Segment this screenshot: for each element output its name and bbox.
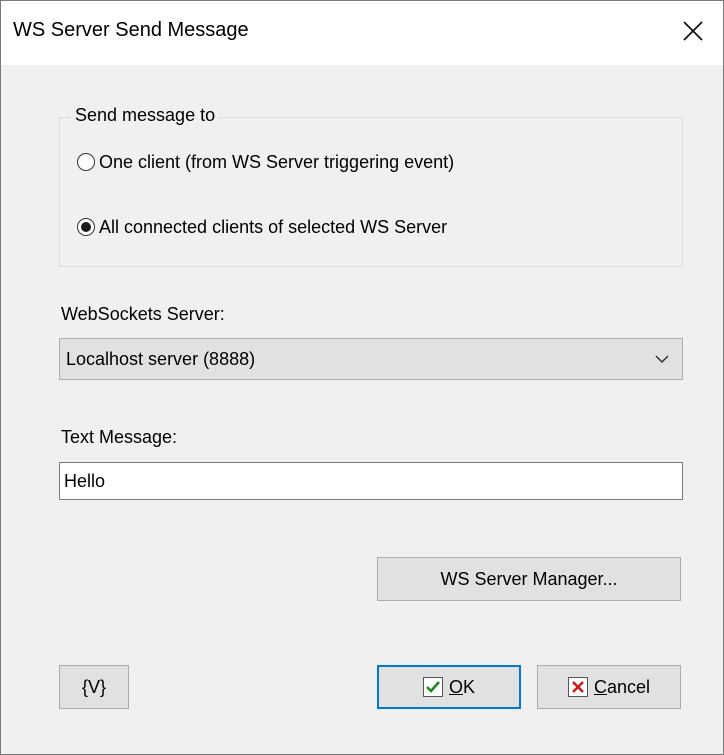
ok-accelerator: O [448, 676, 463, 697]
dialog-window: WS Server Send Message Send message to O… [0, 0, 724, 755]
cancel-label-rest: ancel [606, 676, 651, 697]
ws-server-manager-button[interactable]: WS Server Manager... [377, 557, 681, 601]
radio-label: All connected clients of selected WS Ser… [99, 216, 448, 237]
group-legend: Send message to [71, 105, 220, 126]
close-button[interactable] [663, 1, 723, 65]
cancel-label: Cancel [594, 677, 650, 698]
cancel-x-icon [567, 677, 588, 697]
ok-label-rest: K [463, 676, 476, 697]
ok-label: OK [449, 677, 475, 698]
close-icon [683, 21, 703, 41]
radio-one-client[interactable]: One client (from WS Server triggering ev… [77, 149, 454, 175]
title-bar: WS Server Send Message [1, 1, 723, 65]
message-label: Text Message: [61, 427, 178, 447]
ws-server-manager-label: WS Server Manager... [440, 568, 618, 589]
text-message-input[interactable] [59, 462, 683, 500]
window-title: WS Server Send Message [13, 19, 249, 41]
chevron-down-icon [655, 355, 669, 364]
server-label: WebSockets Server: [61, 304, 225, 324]
radio-button[interactable] [77, 153, 95, 171]
server-dropdown-value: Localhost server (8888) [66, 349, 256, 369]
checkmark-icon [422, 677, 443, 697]
server-dropdown[interactable]: Localhost server (8888) [59, 338, 683, 380]
cancel-button[interactable]: Cancel [537, 665, 681, 709]
ok-button[interactable]: OK [377, 665, 521, 709]
radio-label: One client (from WS Server triggering ev… [99, 151, 455, 172]
radio-all-clients[interactable]: All connected clients of selected WS Ser… [77, 214, 447, 240]
send-message-group [59, 117, 683, 267]
radio-button[interactable] [77, 218, 95, 236]
variables-label: {V} [81, 676, 107, 697]
cancel-accelerator: C [593, 676, 607, 697]
variables-button[interactable]: {V} [59, 665, 129, 709]
